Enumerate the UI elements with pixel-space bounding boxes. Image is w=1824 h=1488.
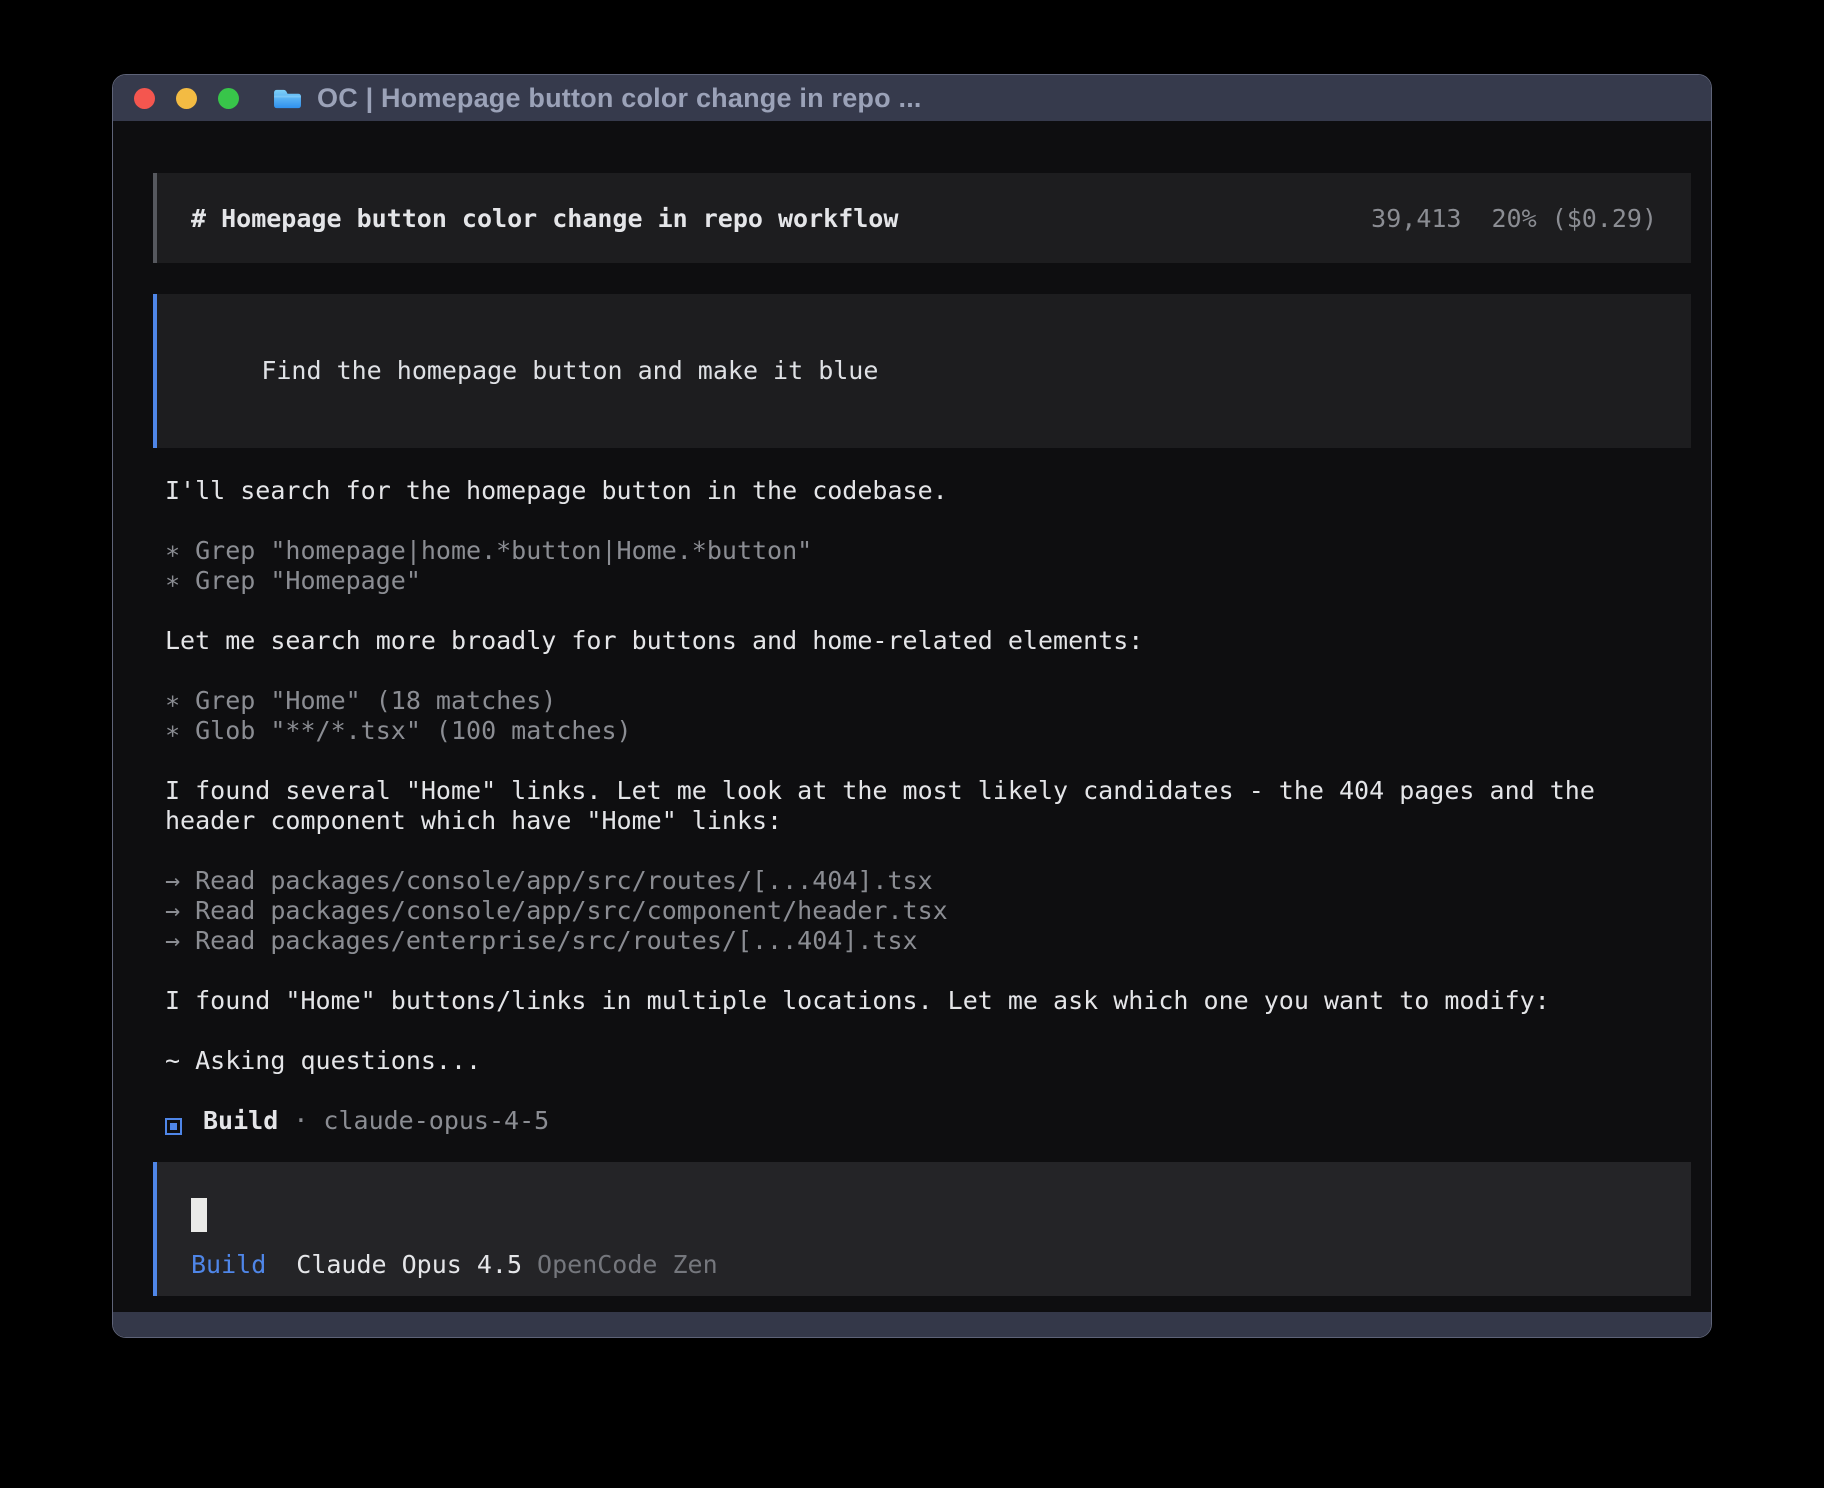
tool-call-text: Grep "Homepage"	[195, 566, 421, 595]
session-title: # Homepage button color change in repo w…	[191, 204, 898, 233]
asterisk-icon: ∗	[165, 566, 195, 595]
tool-call-line: ∗ Grep "homepage|home.*button|Home.*butt…	[165, 536, 1691, 566]
tool-call-text: Glob "**/*.tsx" (100 matches)	[195, 716, 632, 745]
tool-call-line: ∗ Grep "Home" (18 matches)	[165, 686, 1691, 716]
token-count: 39,413	[1371, 204, 1461, 233]
minimize-button[interactable]	[176, 88, 197, 109]
agent-name: Build	[203, 1106, 278, 1135]
tool-call-line: → Read packages/enterprise/src/routes/[.…	[165, 926, 1691, 956]
folder-icon	[272, 86, 303, 111]
window-bottom-strip	[113, 1312, 1711, 1337]
tool-call-text: Grep "homepage|home.*button|Home.*button…	[195, 536, 812, 565]
asterisk-icon: ∗	[165, 716, 195, 745]
maximize-button[interactable]	[218, 88, 239, 109]
input-meta: Build Claude Opus 4.5 OpenCode Zen	[191, 1250, 1657, 1280]
transcript-blank-line	[165, 956, 1691, 986]
tool-call-text: Read packages/console/app/src/routes/[..…	[195, 866, 933, 895]
arrow-icon: →	[165, 866, 195, 895]
tool-call-line: ∗ Glob "**/*.tsx" (100 matches)	[165, 716, 1691, 746]
transcript-blank-line	[165, 596, 1691, 626]
arrow-icon: →	[165, 926, 195, 955]
input-model-label: Claude Opus 4.5	[296, 1250, 522, 1279]
window-title: OC | Homepage button color change in rep…	[317, 83, 922, 114]
close-button[interactable]	[134, 88, 155, 109]
agent-status-line: Build · claude-opus-4-5	[165, 1106, 1691, 1136]
session-header: # Homepage button color change in repo w…	[153, 173, 1691, 263]
input-agent-label: Build	[191, 1250, 266, 1279]
transcript-blank-line	[165, 1076, 1691, 1106]
terminal-content: # Homepage button color change in repo w…	[113, 173, 1711, 1338]
asterisk-icon: ∗	[165, 686, 195, 715]
tool-call-text: Grep "Home" (18 matches)	[195, 686, 556, 715]
session-stats: 39,413 20% ($0.29)	[1371, 204, 1657, 233]
text-cursor	[191, 1198, 207, 1232]
separator-dot: ·	[278, 1106, 323, 1135]
assistant-text-line: I found several "Home" links. Let me loo…	[165, 776, 1691, 806]
user-message-text: Find the homepage button and make it blu…	[261, 356, 878, 385]
transcript-blank-line	[165, 746, 1691, 776]
tool-call-line: → Read packages/console/app/src/routes/[…	[165, 866, 1691, 896]
transcript-blank-line	[165, 656, 1691, 686]
asterisk-icon: ∗	[165, 536, 195, 565]
agent-model: claude-opus-4-5	[323, 1106, 549, 1135]
session-cost: ($0.29)	[1552, 204, 1657, 233]
user-message: Find the homepage button and make it blu…	[153, 294, 1691, 448]
assistant-text-line: header component which have "Home" links…	[165, 806, 1691, 836]
tool-call-line: → Read packages/console/app/src/componen…	[165, 896, 1691, 926]
transcript-blank-line	[165, 506, 1691, 536]
tool-call-text: Read packages/enterprise/src/routes/[...…	[195, 926, 917, 955]
context-percent: 20%	[1491, 204, 1536, 233]
window-titlebar[interactable]: OC | Homepage button color change in rep…	[113, 75, 1711, 121]
tool-call-text: Read packages/console/app/src/component/…	[195, 896, 948, 925]
tool-call-line: ∗ Grep "Homepage"	[165, 566, 1691, 596]
assistant-text-line: Let me search more broadly for buttons a…	[165, 626, 1691, 656]
assistant-text-line: I found "Home" buttons/links in multiple…	[165, 986, 1691, 1016]
assistant-text-line: I'll search for the homepage button in t…	[165, 476, 1691, 506]
transcript: I'll search for the homepage button in t…	[165, 476, 1691, 1136]
input-provider-label: OpenCode Zen	[537, 1250, 718, 1279]
transcript-blank-line	[165, 1016, 1691, 1046]
transcript-blank-line	[165, 836, 1691, 866]
terminal-window: OC | Homepage button color change in rep…	[112, 74, 1712, 1338]
agent-square-icon	[165, 1118, 182, 1135]
prompt-input[interactable]: Build Claude Opus 4.5 OpenCode Zen	[153, 1162, 1691, 1296]
assistant-text-line: ~ Asking questions...	[165, 1046, 1691, 1076]
arrow-icon: →	[165, 896, 195, 925]
